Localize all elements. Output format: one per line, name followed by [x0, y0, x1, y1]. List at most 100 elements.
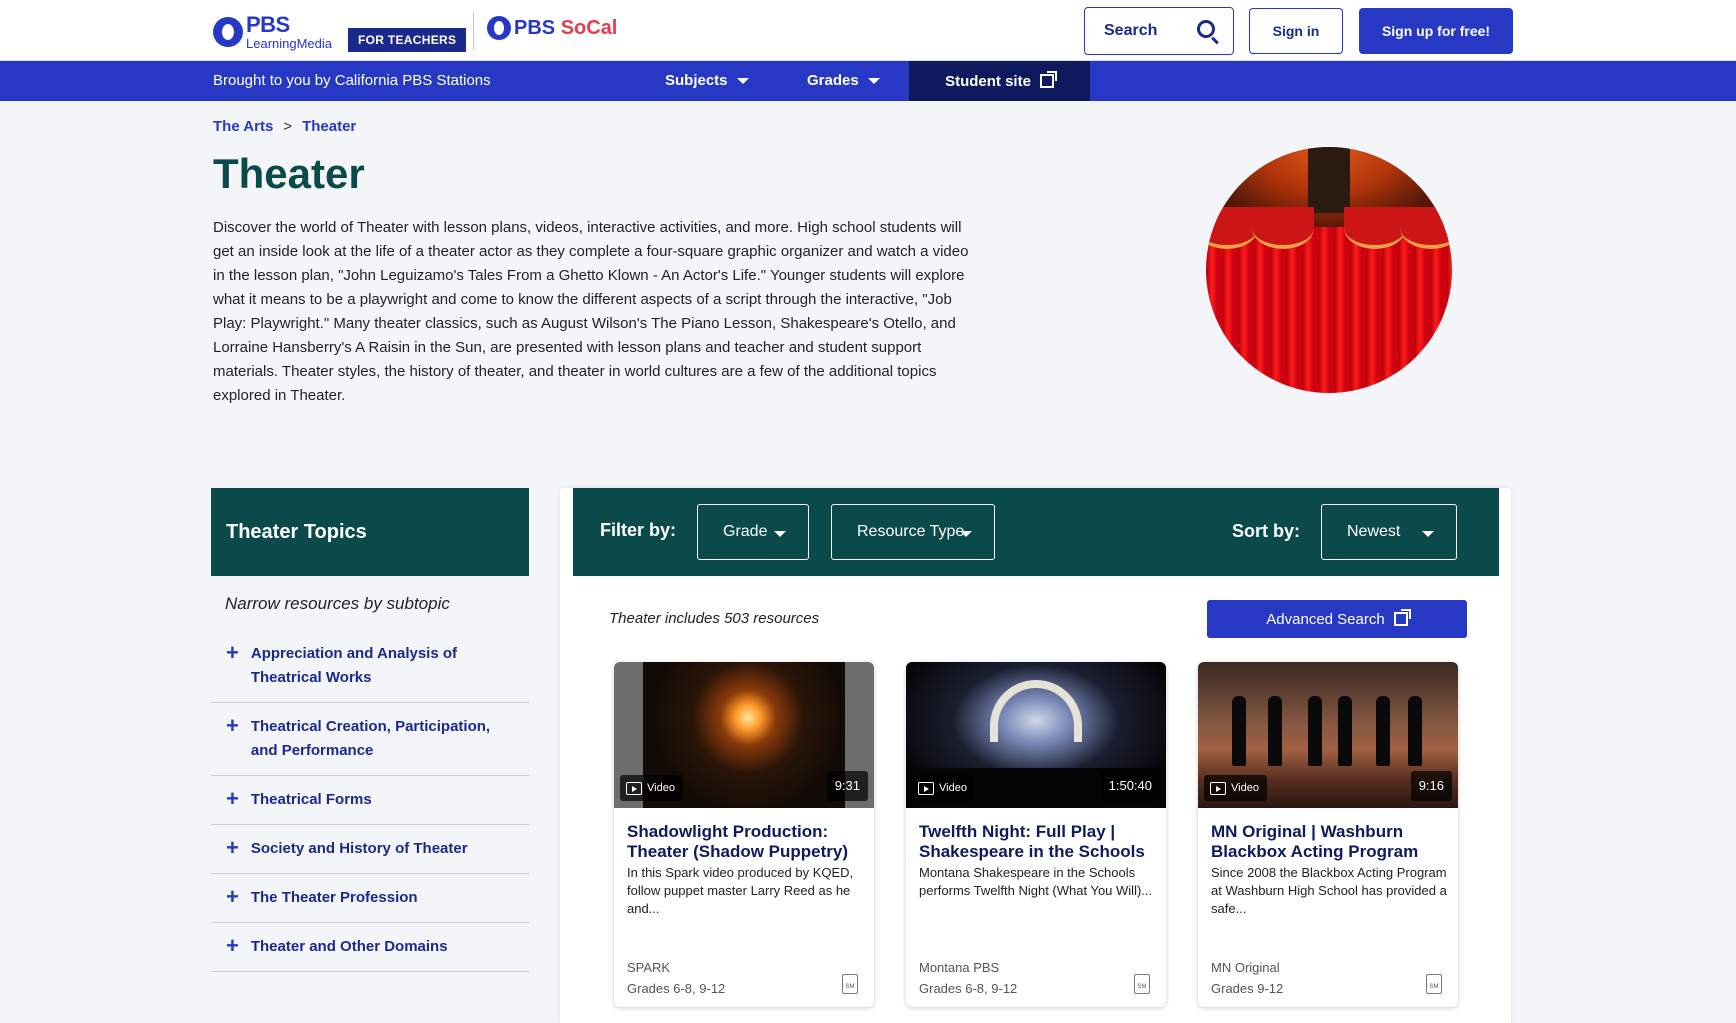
advanced-search-button[interactable]: Advanced Search: [1207, 600, 1467, 638]
filter-bar: Filter by: Grade Resource Type Sort by: …: [573, 488, 1499, 576]
plus-icon: +: [226, 640, 239, 665]
subtopic-other-domains[interactable]: + Theater and Other Domains: [211, 923, 529, 972]
pbs-socal-logo[interactable]: PBS SoCal: [487, 16, 617, 40]
card-title[interactable]: MN Original | Washburn Blackbox Acting P…: [1211, 822, 1447, 862]
nav-subjects[interactable]: Subjects: [665, 72, 749, 89]
resource-type-dropdown[interactable]: Resource Type: [831, 504, 995, 560]
brought-by-text: Brought to you by California PBS Station…: [213, 72, 491, 89]
pbs-learningmedia-logo[interactable]: PBS LearningMedia: [213, 12, 332, 52]
subtopic-label: Theatrical Creation, Participation, and …: [250, 718, 491, 759]
grade-filter-label: Grade: [723, 523, 768, 540]
resource-type-label: Resource Type: [857, 523, 965, 540]
card-title[interactable]: Twelfth Night: Full Play | Shakespeare i…: [919, 822, 1155, 862]
video-type-badge: Video: [912, 775, 975, 801]
for-teachers-badge: FOR TEACHERS: [348, 28, 467, 52]
subtopic-list: + Appreciation and Analysis of Theatrica…: [211, 630, 529, 972]
support-materials-icon: SM: [842, 974, 858, 994]
plus-icon: +: [226, 884, 239, 909]
plus-icon: +: [226, 835, 239, 860]
sidebar-subtitle: Narrow resources by subtopic: [225, 594, 450, 613]
main-nav: Brought to you by California PBS Station…: [0, 61, 1736, 101]
plus-icon: +: [226, 786, 239, 811]
video-type-label: Video: [939, 782, 967, 794]
filter-by-label: Filter by:: [600, 520, 677, 540]
video-duration: 1:50:40: [1100, 771, 1160, 801]
subtopic-forms[interactable]: + Theatrical Forms: [211, 776, 529, 825]
video-type-label: Video: [647, 782, 675, 794]
chevron-down-icon: [960, 531, 972, 537]
grade-filter-dropdown[interactable]: Grade: [697, 504, 809, 560]
video-play-icon: [1210, 781, 1226, 795]
video-type-badge: Video: [620, 775, 683, 801]
theater-curtain-image: [1206, 147, 1452, 393]
plus-icon: +: [226, 933, 239, 958]
chevron-down-icon: [867, 77, 880, 84]
external-link-icon: [1393, 609, 1411, 626]
nav-grades[interactable]: Grades: [807, 72, 880, 89]
subtopic-label: Society and History of Theater: [250, 840, 468, 857]
subtopic-profession[interactable]: + The Theater Profession: [211, 874, 529, 923]
video-thumbnail[interactable]: Video 9:31: [614, 662, 874, 808]
support-materials-icon: SM: [1134, 974, 1150, 994]
subtopic-creation[interactable]: + Theatrical Creation, Participation, an…: [211, 703, 529, 776]
resource-card[interactable]: Video 9:16 MN Original | Washburn Blackb…: [1198, 662, 1458, 1007]
video-type-badge: Video: [1204, 775, 1267, 801]
page-description: Discover the world of Theater with lesso…: [213, 219, 969, 404]
search-button[interactable]: Search: [1084, 7, 1234, 55]
video-duration: 9:31: [826, 771, 868, 801]
header-divider: [473, 12, 474, 50]
nav-student-site-label: Student site: [945, 72, 1031, 90]
video-duration: 9:16: [1410, 771, 1452, 801]
socal-logo-socal: SoCal: [560, 16, 618, 39]
resource-card[interactable]: Video 9:31 Shadowlight Production: Theat…: [614, 662, 874, 1007]
card-description: Montana Shakespeare in the Schools perfo…: [919, 865, 1153, 898]
subtopic-label: Appreciation and Analysis of Theatrical …: [250, 645, 458, 686]
sort-value: Newest: [1347, 523, 1401, 540]
sort-by-label: Sort by:: [1232, 521, 1301, 541]
breadcrumb: The Arts > Theater: [213, 118, 356, 135]
card-source: SPARK: [627, 960, 671, 975]
subtopic-society-history[interactable]: + Society and History of Theater: [211, 825, 529, 874]
video-play-icon: [626, 781, 642, 795]
pbs-head-icon: [487, 16, 511, 40]
page-title: Theater: [213, 150, 365, 197]
chevron-down-icon: [1422, 531, 1434, 537]
support-materials-icon: SM: [1426, 974, 1442, 994]
sort-dropdown[interactable]: Newest: [1321, 504, 1457, 560]
card-description: In this Spark video produced by KQED, fo…: [627, 865, 854, 916]
subtopic-appreciation[interactable]: + Appreciation and Analysis of Theatrica…: [211, 630, 529, 703]
breadcrumb-theater[interactable]: Theater: [302, 118, 356, 135]
sidebar-heading: Theater Topics: [211, 488, 529, 576]
external-link-icon: [1039, 71, 1057, 88]
chevron-down-icon: [736, 77, 749, 84]
card-grades: Grades 6-8, 9-12: [627, 981, 726, 996]
pbs-head-icon: [213, 17, 243, 47]
results-count: Theater includes 503 resources: [609, 610, 820, 627]
logo-pbs-text: PBS: [246, 12, 290, 37]
search-icon: [1197, 20, 1215, 38]
plus-icon: +: [226, 713, 239, 738]
search-button-label: Search: [1104, 22, 1158, 39]
card-source: MN Original: [1211, 960, 1280, 975]
video-type-label: Video: [1231, 782, 1259, 794]
subtopic-label: Theatrical Forms: [250, 791, 372, 808]
nav-student-site[interactable]: Student site: [909, 61, 1090, 101]
subtopic-label: The Theater Profession: [250, 889, 418, 906]
card-grades: Grades 9-12: [1211, 981, 1284, 996]
resource-card[interactable]: Video 1:50:40 Twelfth Night: Full Play |…: [906, 662, 1166, 1007]
nav-grades-label: Grades: [807, 72, 859, 89]
socal-logo-pbs: PBS: [514, 16, 556, 39]
card-grades: Grades 6-8, 9-12: [919, 981, 1018, 996]
card-title[interactable]: Shadowlight Production: Theater (Shadow …: [627, 822, 863, 862]
video-thumbnail[interactable]: Video 1:50:40: [906, 662, 1166, 808]
top-header: PBS LearningMedia FOR TEACHERS PBS SoCal…: [0, 0, 1736, 61]
nav-subjects-label: Subjects: [665, 72, 728, 89]
logo-learningmedia-text: LearningMedia: [246, 36, 333, 51]
card-source: Montana PBS: [919, 960, 1000, 975]
sign-up-button[interactable]: Sign up for free!: [1359, 8, 1513, 54]
subtopic-label: Theater and Other Domains: [250, 938, 448, 955]
advanced-search-label: Advanced Search: [1266, 610, 1385, 628]
breadcrumb-the-arts[interactable]: The Arts: [213, 118, 273, 135]
video-thumbnail[interactable]: Video 9:16: [1198, 662, 1458, 808]
sign-in-button[interactable]: Sign in: [1249, 8, 1343, 54]
